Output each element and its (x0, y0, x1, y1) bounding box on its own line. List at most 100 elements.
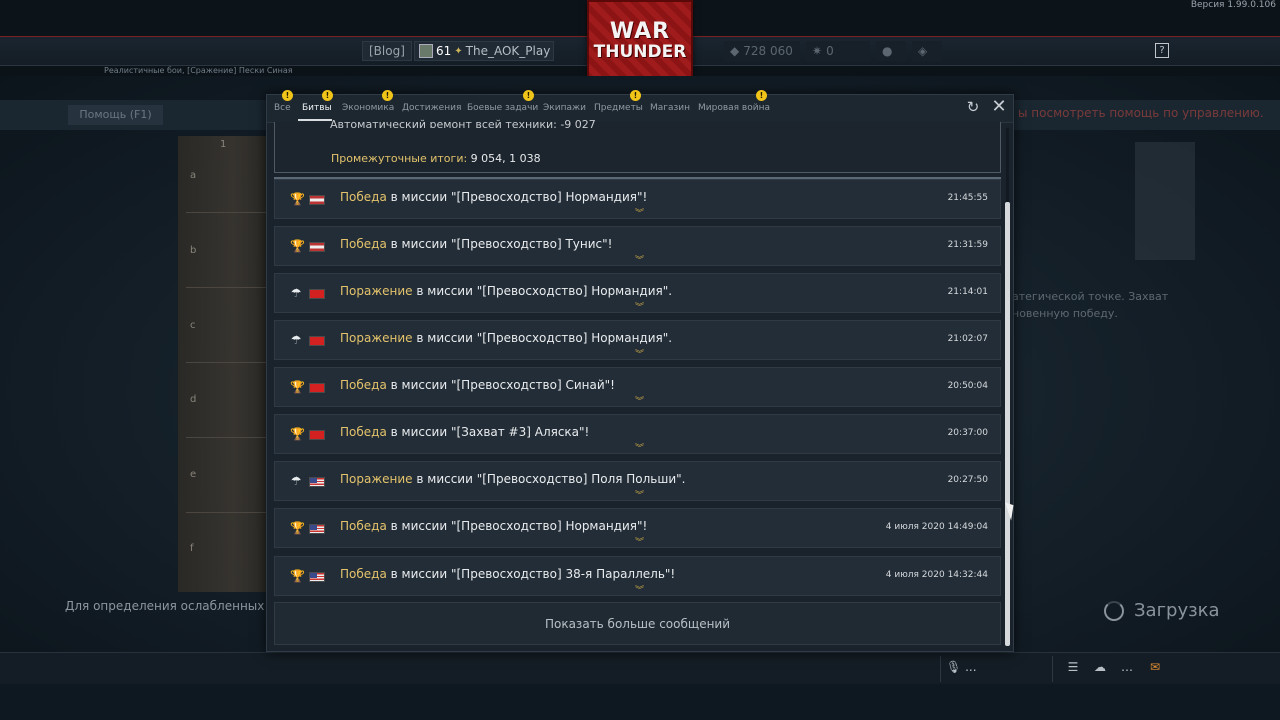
summary-label: Промежуточные итоги: (331, 152, 468, 165)
mission-name: в миссии "[Превосходство] Нормандия"! (386, 519, 648, 533)
tab-achievements[interactable]: Достижения (402, 103, 461, 113)
battle-message-row[interactable]: 🏆 Победа в миссии "[Превосходство] Тунис"… (274, 226, 1001, 266)
loading-label: Загрузка (1134, 600, 1220, 621)
trophy-icon: 🏆 (290, 192, 305, 206)
blog-button[interactable]: [Blog] (362, 41, 412, 61)
squadron-button[interactable]: ◈ (912, 41, 942, 61)
battle-message-row[interactable]: 🏆 Победа в миссии "[Превосходство] 38-я П… (274, 556, 1001, 596)
chevron-down-icon[interactable]: ︾ (635, 347, 644, 360)
tab-badge: ! (282, 90, 293, 101)
war-thunder-logo: WAR THUNDER (587, 0, 693, 82)
message-time: 21:14:01 (947, 287, 988, 297)
refresh-icon[interactable]: ↻ (965, 99, 981, 115)
tab-battles[interactable]: Битвы (302, 103, 332, 113)
tab-badge: ! (322, 90, 333, 101)
battle-result: Победа (340, 519, 387, 533)
message-time: 4 июля 2020 14:32:44 (885, 570, 988, 580)
eagle-icon: ✷ (812, 44, 823, 58)
active-tab-indicator (298, 119, 332, 121)
battle-result: Поражение (340, 284, 413, 298)
flag-de-icon (309, 195, 325, 205)
flag-cn-icon (309, 289, 325, 299)
parachute-icon: ☂ (290, 333, 302, 347)
chevron-down-icon[interactable]: ︾ (635, 300, 644, 313)
chevron-down-icon[interactable]: ︾ (635, 253, 644, 266)
question-icon: ? (1159, 45, 1165, 56)
tab-store[interactable]: Магазин (650, 103, 690, 113)
golden-eagles-balance[interactable]: ✷ 0 (806, 41, 870, 61)
map-preview (178, 136, 270, 592)
premium-icon: ● (882, 44, 893, 58)
contacts-icon[interactable]: ☁ (1093, 661, 1107, 673)
summary-totals: Промежуточные итоги: 9 054, 1 038 (331, 152, 541, 165)
battle-message-row[interactable]: 🏆 Победа в миссии "[Превосходство] Синай"… (274, 367, 1001, 407)
controls-hint: ы посмотреть помощь по управлению. (1018, 106, 1264, 120)
tab-crews[interactable]: Экипажи (543, 103, 586, 113)
footer-strip (0, 684, 1280, 720)
message-text: Победа в миссии "[Превосходство] 38-я Па… (340, 567, 675, 581)
battle-result: Победа (340, 567, 387, 581)
chevron-down-icon[interactable]: ︾ (635, 583, 644, 596)
message-time: 20:37:00 (947, 428, 988, 438)
battle-result: Победа (340, 237, 387, 251)
tab-badge: ! (382, 90, 393, 101)
help-button[interactable]: ? (1155, 43, 1169, 58)
premium-button[interactable]: ● (876, 41, 906, 61)
message-text: Победа в миссии "[Превосходство] Тунис"! (340, 237, 612, 251)
player-profile[interactable]: 61 ✦ The_AOK_Play (414, 41, 554, 61)
mission-name: в миссии "[Превосходство] 38-я Параллель… (386, 567, 676, 581)
trophy-icon: 🏆 (290, 239, 305, 253)
trophy-icon: 🏆 (290, 521, 305, 535)
bottom-bar (0, 652, 1280, 684)
hint-text: Для определения ослабленных мест (65, 599, 299, 613)
battle-message-row[interactable]: ☂ Поражение в миссии "[Превосходство] Нор… (274, 273, 1001, 313)
tab-battle-tasks[interactable]: Боевые задачи (467, 103, 538, 113)
message-text: Победа в миссии "[Превосходство] Норманд… (340, 519, 647, 533)
mission-name: в миссии "[Превосходство] Синай"! (386, 378, 615, 392)
mail-icon[interactable]: ✉ (1148, 661, 1162, 673)
chevron-down-icon[interactable]: ︾ (635, 488, 644, 501)
chevron-down-icon[interactable]: ︾ (635, 206, 644, 219)
battle-message-row[interactable]: 🏆 Победа в миссии "[Превосходство] Норман… (274, 508, 1001, 548)
help-f1-button[interactable]: Помощь (F1) (68, 105, 163, 125)
voice-chat[interactable]: 🎙 ... (946, 660, 977, 674)
silver-lions-balance[interactable]: ◆ 728 060 (724, 41, 800, 61)
spinner-icon (1104, 600, 1124, 621)
close-icon[interactable]: ✕ (991, 98, 1007, 116)
chevron-down-icon[interactable]: ︾ (635, 441, 644, 454)
map-row-letter: f (190, 543, 194, 554)
silver-lions-value: 728 060 (743, 44, 793, 58)
list-icon[interactable]: ☰ (1066, 661, 1080, 673)
avatar-icon (419, 44, 433, 58)
map-row-letter: a (190, 170, 197, 181)
message-time: 21:31:59 (947, 240, 988, 250)
objective-text-2: новенную победу. (1012, 307, 1118, 320)
message-time: 20:50:04 (947, 381, 988, 391)
chevron-down-icon[interactable]: ︾ (635, 394, 644, 407)
chevron-down-icon[interactable]: ︾ (635, 535, 644, 548)
loading-indicator: Загрузка (1104, 600, 1220, 621)
tab-economy[interactable]: Экономика (342, 103, 394, 113)
flag-us-icon (309, 572, 325, 582)
map-row-letter: b (190, 245, 197, 256)
show-more-button[interactable]: Показать больше сообщений (274, 602, 1001, 645)
flag-cn-icon (309, 383, 325, 393)
golden-eagles-value: 0 (826, 44, 834, 58)
rank-icon: ✦ (454, 45, 463, 57)
message-text: Победа в миссии "[Превосходство] Синай"! (340, 378, 615, 392)
chat-icon[interactable]: … (1120, 661, 1134, 673)
summary-cut-line: Автоматический ремонт всей техники: -9 0… (330, 118, 596, 128)
summary-value: 9 054, 1 038 (470, 152, 541, 165)
battle-message-row[interactable]: 🏆 Победа в миссии "[Захват #3] Аляска"! 20… (274, 414, 1001, 454)
battle-message-row[interactable]: 🏆 Победа в миссии "[Превосходство] Норман… (274, 179, 1001, 219)
battle-message-row[interactable]: ☂ Поражение в миссии "[Превосходство] Пол… (274, 461, 1001, 501)
parachute-icon: ☂ (290, 286, 302, 300)
map-row-letter: d (190, 394, 197, 405)
battle-result: Поражение (340, 331, 413, 345)
tab-world-war[interactable]: Мировая война (698, 103, 770, 113)
battle-message-row[interactable]: ☂ Поражение в миссии "[Превосходство] Нор… (274, 320, 1001, 360)
tab-items[interactable]: Предметы (594, 103, 643, 113)
scrollbar-thumb[interactable] (1005, 202, 1010, 646)
tab-all[interactable]: Все (274, 103, 291, 113)
map-row-letter: c (190, 320, 196, 331)
